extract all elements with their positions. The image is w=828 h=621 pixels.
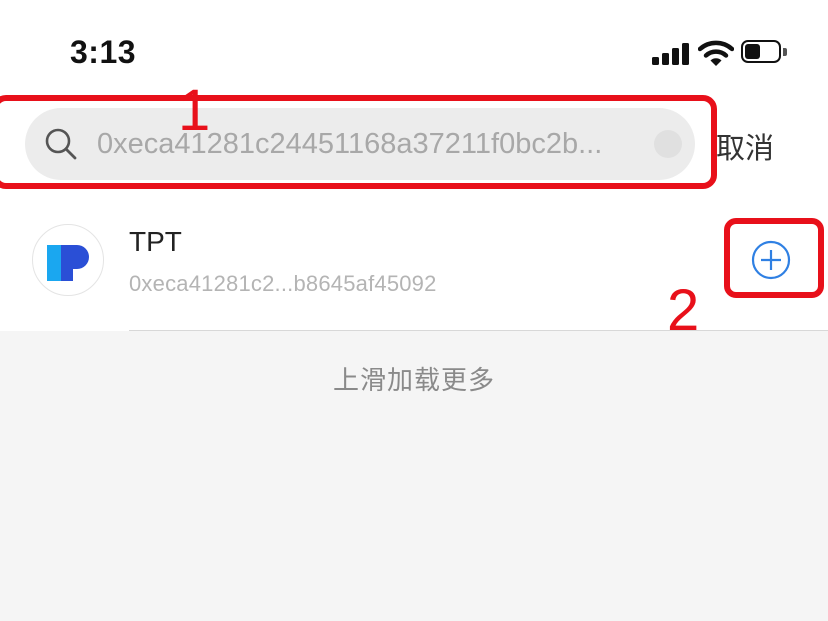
token-name: TPT [129, 226, 182, 257]
cancel-button[interactable]: 取消 [716, 125, 774, 167]
annotation-number-1: 1 [178, 78, 211, 143]
cellular-signal-icon [652, 43, 690, 65]
token-address: 0xeca41281c2...b8645af45092 [129, 271, 437, 296]
status-time: 3:13 [70, 34, 137, 70]
battery-icon [741, 40, 787, 65]
annotation-box-search [0, 95, 717, 189]
annotation-number-2: 2 [667, 278, 700, 343]
load-more-hint: 上滑加载更多 [332, 365, 495, 395]
annotation-box-add [724, 218, 824, 298]
row-divider [129, 330, 828, 331]
tpt-logo-icon [32, 224, 104, 296]
wifi-icon [698, 40, 734, 66]
